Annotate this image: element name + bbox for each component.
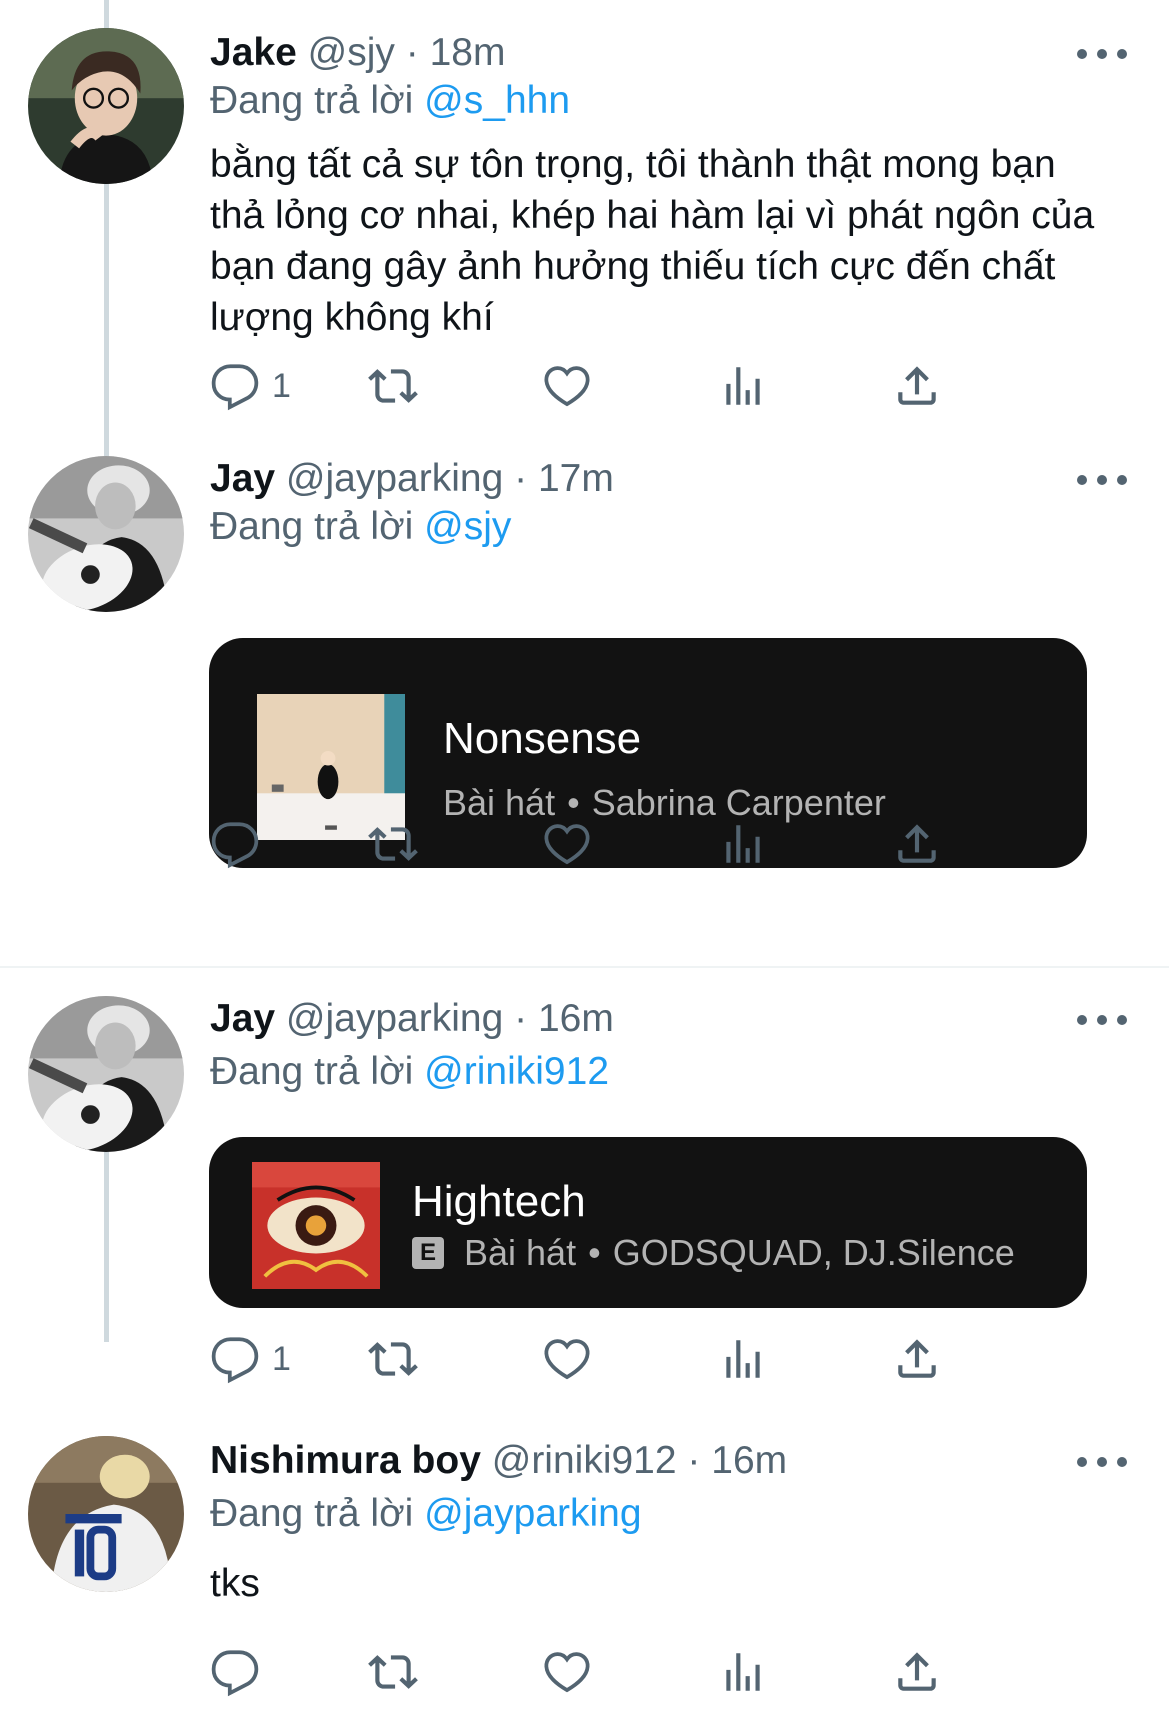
like-icon [544, 1652, 590, 1693]
avatar-nishimura[interactable] [28, 1436, 184, 1592]
reply-button[interactable] [210, 1644, 272, 1700]
tweet[interactable]: Nishimura boy @riniki912 · 16m Đang trả … [0, 0, 1169, 1711]
action-bar [210, 1644, 1040, 1700]
share-icon [898, 1652, 936, 1691]
display-name[interactable]: Nishimura boy [210, 1439, 481, 1482]
reply-icon [211, 1650, 259, 1697]
like-button[interactable] [542, 1644, 592, 1700]
retweet-icon [368, 1655, 418, 1689]
more-icon[interactable] [1077, 1450, 1127, 1474]
share-button[interactable] [892, 1644, 942, 1700]
views-icon [726, 1653, 760, 1691]
replying-to: Đang trả lời @jayparking [210, 1491, 642, 1537]
user-handle[interactable]: @riniki912 [492, 1439, 677, 1482]
views-button[interactable] [718, 1644, 768, 1700]
retweet-button[interactable] [368, 1644, 418, 1700]
separator-dot: · [687, 1439, 701, 1482]
timestamp[interactable]: 16m [711, 1439, 787, 1482]
replying-to-label: Đang trả lời [210, 1492, 414, 1535]
mention-link[interactable]: @jayparking [424, 1492, 641, 1535]
tweet-text: tks [210, 1562, 260, 1605]
tweet-header: Nishimura boy @riniki912 · 16m [210, 1438, 787, 1484]
